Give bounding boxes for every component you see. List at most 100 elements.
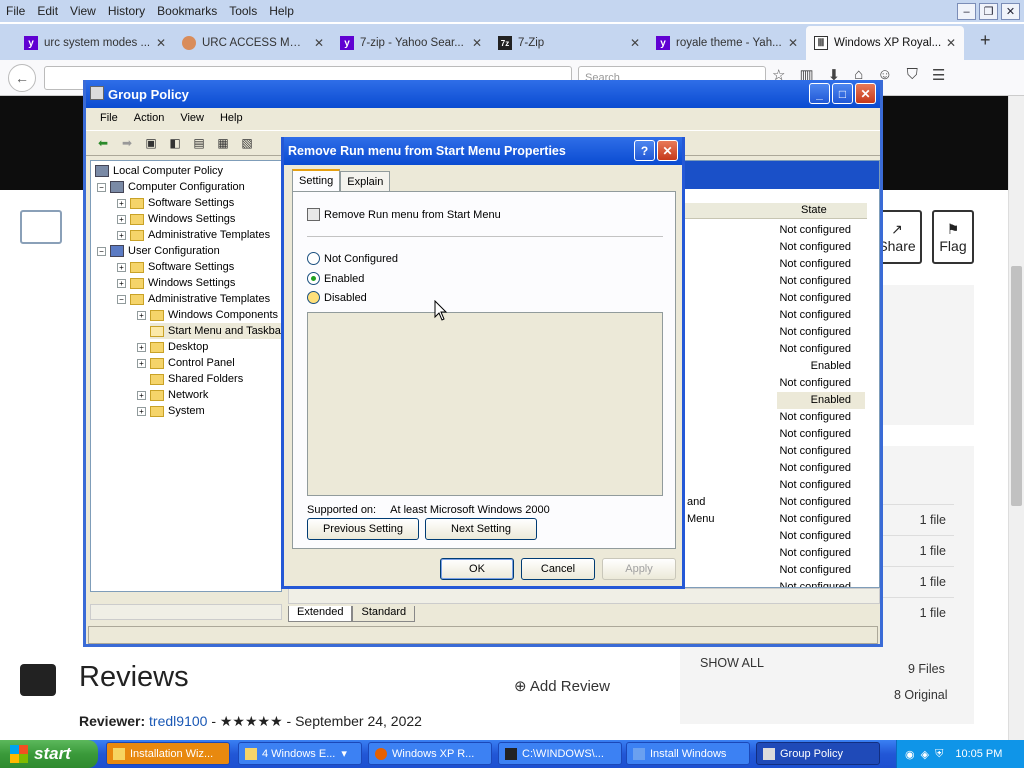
group-policy-titlebar[interactable]: Group Policy _ □ ✕ — [86, 80, 880, 108]
pocket-icon[interactable]: ⛉ — [907, 66, 918, 84]
radio-circle[interactable] — [307, 291, 320, 304]
menu-help[interactable]: Help — [212, 112, 251, 124]
tree-item[interactable]: + Control Panel — [137, 355, 235, 371]
browser-tab-active[interactable]: Ⅲ Windows XP Royal... ✕ — [806, 26, 964, 60]
tree-item[interactable]: + Network — [137, 387, 208, 403]
expand-icon[interactable]: + — [137, 358, 146, 368]
help-button[interactable]: ? — [634, 140, 655, 161]
up-folder-icon[interactable]: ▣ — [142, 134, 160, 152]
forward-arrow-icon[interactable]: ➡ — [118, 134, 136, 152]
policy-state-cell[interactable]: Not configured — [777, 307, 865, 324]
collapse-icon[interactable]: − — [97, 182, 106, 192]
minimize-button[interactable]: – — [957, 3, 976, 20]
policy-state-cell[interactable]: Not configured — [777, 545, 865, 562]
taskbar-item[interactable]: Windows XP R... — [368, 742, 492, 765]
tree-horizontal-scrollbar[interactable] — [90, 604, 282, 620]
scrollbar-thumb[interactable] — [1011, 266, 1022, 506]
menu-file[interactable]: File — [0, 4, 31, 18]
close-tab-icon[interactable]: ✕ — [314, 36, 324, 50]
page-scrollbar[interactable] — [1008, 96, 1024, 740]
policy-state-cell[interactable]: Not configured — [777, 443, 865, 460]
radio-disabled[interactable]: Disabled — [307, 291, 367, 304]
taskbar-item[interactable]: Installation Wiz... — [106, 742, 230, 765]
menu-file[interactable]: File — [92, 112, 126, 124]
tab-explain[interactable]: Explain — [340, 171, 391, 191]
clock[interactable]: 10:05 PM — [955, 748, 1002, 760]
tree-item[interactable]: + Windows Settings — [117, 211, 235, 227]
policy-state-cell[interactable]: Enabled — [777, 392, 865, 409]
policy-state-cell[interactable]: Not configured — [777, 341, 865, 358]
list-horizontal-scrollbar[interactable] — [288, 588, 880, 604]
browser-tab[interactable]: URC ACCESS MOD... ✕ — [174, 26, 332, 60]
expand-icon[interactable]: + — [117, 198, 126, 208]
browser-tab[interactable]: y 7-zip - Yahoo Sear... ✕ — [332, 26, 490, 60]
expand-icon[interactable]: + — [137, 342, 146, 352]
expand-icon[interactable]: + — [137, 390, 146, 400]
close-button[interactable]: ✕ — [657, 140, 678, 161]
close-tab-icon[interactable]: ✕ — [156, 36, 166, 50]
ok-button[interactable]: OK — [440, 558, 514, 580]
expand-icon[interactable]: + — [137, 310, 146, 320]
policy-state-cell[interactable]: Not configured — [777, 324, 865, 341]
back-icon[interactable]: ← — [8, 64, 36, 92]
policy-state-cell[interactable]: Not configured — [777, 460, 865, 477]
apply-button[interactable]: Apply — [602, 558, 676, 580]
taskbar-item-active[interactable]: Group Policy — [756, 742, 880, 765]
tree-item[interactable]: + Software Settings — [117, 195, 234, 211]
previous-setting-button[interactable]: Previous Setting — [307, 518, 419, 540]
tab-standard[interactable]: Standard — [352, 606, 416, 622]
dialog-titlebar[interactable]: Remove Run menu from Start Menu Properti… — [284, 137, 682, 165]
policy-state-cell[interactable]: Not configured — [777, 273, 865, 290]
radio-circle-selected[interactable] — [307, 272, 320, 285]
add-review-button[interactable]: ⊕ Add Review — [514, 677, 610, 695]
tab-extended[interactable]: Extended — [288, 606, 353, 622]
network-icon[interactable]: ◉ — [905, 748, 915, 761]
flag-button[interactable]: ⚑ Flag — [932, 210, 974, 264]
collapse-icon[interactable]: − — [117, 294, 126, 304]
show-hide-tree-icon[interactable]: ◧ — [166, 134, 184, 152]
taskbar-item[interactable]: 4 Windows E... ▾ — [238, 742, 362, 765]
taskbar-item[interactable]: Install Windows — [626, 742, 750, 765]
menu-action[interactable]: Action — [126, 112, 173, 124]
expand-icon[interactable]: + — [117, 278, 126, 288]
close-tab-icon[interactable]: ✕ — [946, 36, 956, 50]
menu-bookmarks[interactable]: Bookmarks — [151, 4, 223, 18]
properties-icon[interactable]: ▤ — [190, 134, 208, 152]
tree-item[interactable]: + Administrative Templates — [117, 227, 270, 243]
tree-item-computer-config[interactable]: − Computer Configuration — [97, 179, 245, 195]
tree-item[interactable]: + Software Settings — [117, 259, 234, 275]
browser-tab[interactable]: y royale theme - Yah... ✕ — [648, 26, 806, 60]
state-column-header[interactable]: State — [801, 204, 827, 216]
next-setting-button[interactable]: Next Setting — [425, 518, 537, 540]
radio-enabled[interactable]: Enabled — [307, 272, 364, 285]
tree-item[interactable]: + Desktop — [137, 339, 208, 355]
menu-tools[interactable]: Tools — [223, 4, 263, 18]
cancel-button[interactable]: Cancel — [521, 558, 595, 580]
policy-state-cell[interactable]: Not configured — [777, 256, 865, 273]
radio-circle[interactable] — [307, 252, 320, 265]
show-all-link[interactable]: SHOW ALL — [700, 656, 764, 670]
menu-history[interactable]: History — [102, 4, 151, 18]
tree-item[interactable]: − Administrative Templates — [117, 291, 270, 307]
restore-button[interactable]: ❐ — [979, 3, 998, 20]
radio-not-configured[interactable]: Not Configured — [307, 252, 398, 265]
policy-state-cell[interactable]: Not configured — [777, 426, 865, 443]
policy-state-cell[interactable]: Not configured — [777, 375, 865, 392]
new-tab-icon[interactable]: + — [980, 30, 991, 51]
menu-view[interactable]: View — [172, 112, 212, 124]
taskbar-item[interactable]: C:\WINDOWS\... — [498, 742, 622, 765]
shield-icon[interactable]: ⛨ — [935, 748, 943, 761]
tree-item[interactable]: Shared Folders — [150, 371, 243, 387]
hamburger-menu-icon[interactable]: ☰ — [932, 66, 945, 84]
policy-state-cell[interactable]: Not configured — [777, 239, 865, 256]
menu-edit[interactable]: Edit — [31, 4, 64, 18]
policy-state-cell[interactable]: Not configured — [777, 477, 865, 494]
tree-item[interactable]: + Windows Settings — [117, 275, 235, 291]
policy-state-cell[interactable]: Not configured — [777, 562, 865, 579]
tab-setting[interactable]: Setting — [292, 169, 341, 191]
expand-icon[interactable]: + — [117, 214, 126, 224]
menu-view[interactable]: View — [64, 4, 102, 18]
policy-state-cell[interactable]: Not configured — [777, 494, 865, 511]
minimize-button[interactable]: _ — [809, 83, 830, 104]
collapse-icon[interactable]: − — [97, 246, 106, 256]
